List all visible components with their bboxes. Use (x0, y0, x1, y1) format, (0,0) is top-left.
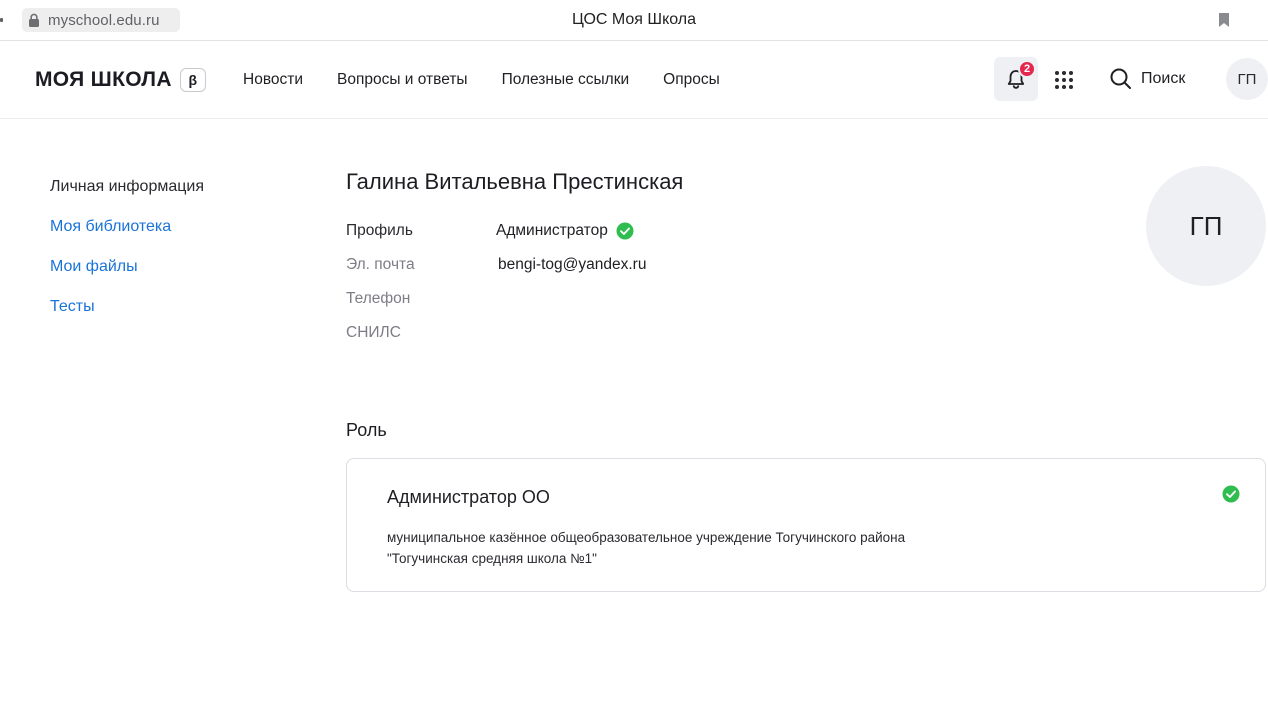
profile-role-text: Администратор (496, 222, 608, 239)
role-org-line-2: "Тогучинская средняя школа №1" (387, 551, 597, 566)
nav-news[interactable]: Новости (243, 71, 303, 89)
notification-count-badge: 2 (1018, 60, 1036, 78)
email-label: Эл. почта (346, 256, 415, 273)
search-button[interactable]: Поиск (1109, 67, 1185, 91)
user-avatar-button[interactable]: ГП (1226, 58, 1268, 100)
phone-row: Телефон (346, 290, 410, 308)
profile-value: Администратор (496, 222, 634, 240)
sidebar-item-my-files[interactable]: Мои файлы (50, 258, 204, 298)
logo-text: МОЯ ШКОЛА (35, 68, 172, 91)
browser-bar: myschool.edu.ru ЦОС Моя Школа (0, 0, 1268, 41)
email-row: Эл. почта bengi-tog@yandex.ru (346, 256, 646, 274)
beta-badge: β (179, 68, 206, 92)
snils-label: СНИЛС (346, 324, 401, 341)
role-section-title: Роль (346, 420, 387, 440)
snils-row: СНИЛС (346, 324, 401, 342)
nav-useful-links[interactable]: Полезные ссылки (502, 71, 630, 89)
email-value: bengi-tog@yandex.ru (498, 256, 647, 273)
profile-avatar[interactable]: ГП (1146, 166, 1266, 286)
role-card[interactable]: Администратор ОО муниципальное казённое … (346, 458, 1266, 592)
notifications-button[interactable]: 2 (994, 57, 1038, 101)
bookmark-icon[interactable] (1218, 12, 1230, 28)
role-org-line-1: муниципальное казённое общеобразовательн… (387, 530, 906, 545)
role-active-check-icon (1222, 485, 1240, 503)
sidebar-item-tests[interactable]: Тесты (50, 298, 204, 338)
search-label: Поиск (1141, 70, 1186, 87)
tab-title: ЦОС Моя Школа (571, 11, 697, 28)
profile-row: Профиль Администратор (346, 222, 634, 240)
role-name: Администратор ОО (387, 487, 550, 507)
search-icon (1110, 68, 1131, 89)
nav-surveys[interactable]: Опросы (663, 71, 720, 89)
phone-label: Телефон (346, 290, 411, 307)
nav-faq[interactable]: Вопросы и ответы (337, 71, 468, 89)
apps-grid-icon[interactable] (1053, 69, 1075, 91)
sidebar-item-my-library[interactable]: Моя библиотека (50, 218, 204, 258)
logo[interactable]: МОЯ ШКОЛА β (35, 68, 206, 92)
profile-full-name: Галина Витальевна Престинская (346, 169, 684, 194)
main-nav: Новости Вопросы и ответы Полезные ссылки… (243, 71, 754, 89)
profile-sidebar: Личная информация Моя библиотека Мои фай… (50, 178, 204, 338)
role-organization: муниципальное казённое общеобразовательн… (387, 527, 1087, 569)
site-header: МОЯ ШКОЛА β Новости Вопросы и ответы Пол… (0, 41, 1268, 119)
verified-check-icon (616, 222, 634, 240)
sidebar-item-personal-info[interactable]: Личная информация (50, 178, 204, 218)
profile-label: Профиль (346, 222, 413, 239)
